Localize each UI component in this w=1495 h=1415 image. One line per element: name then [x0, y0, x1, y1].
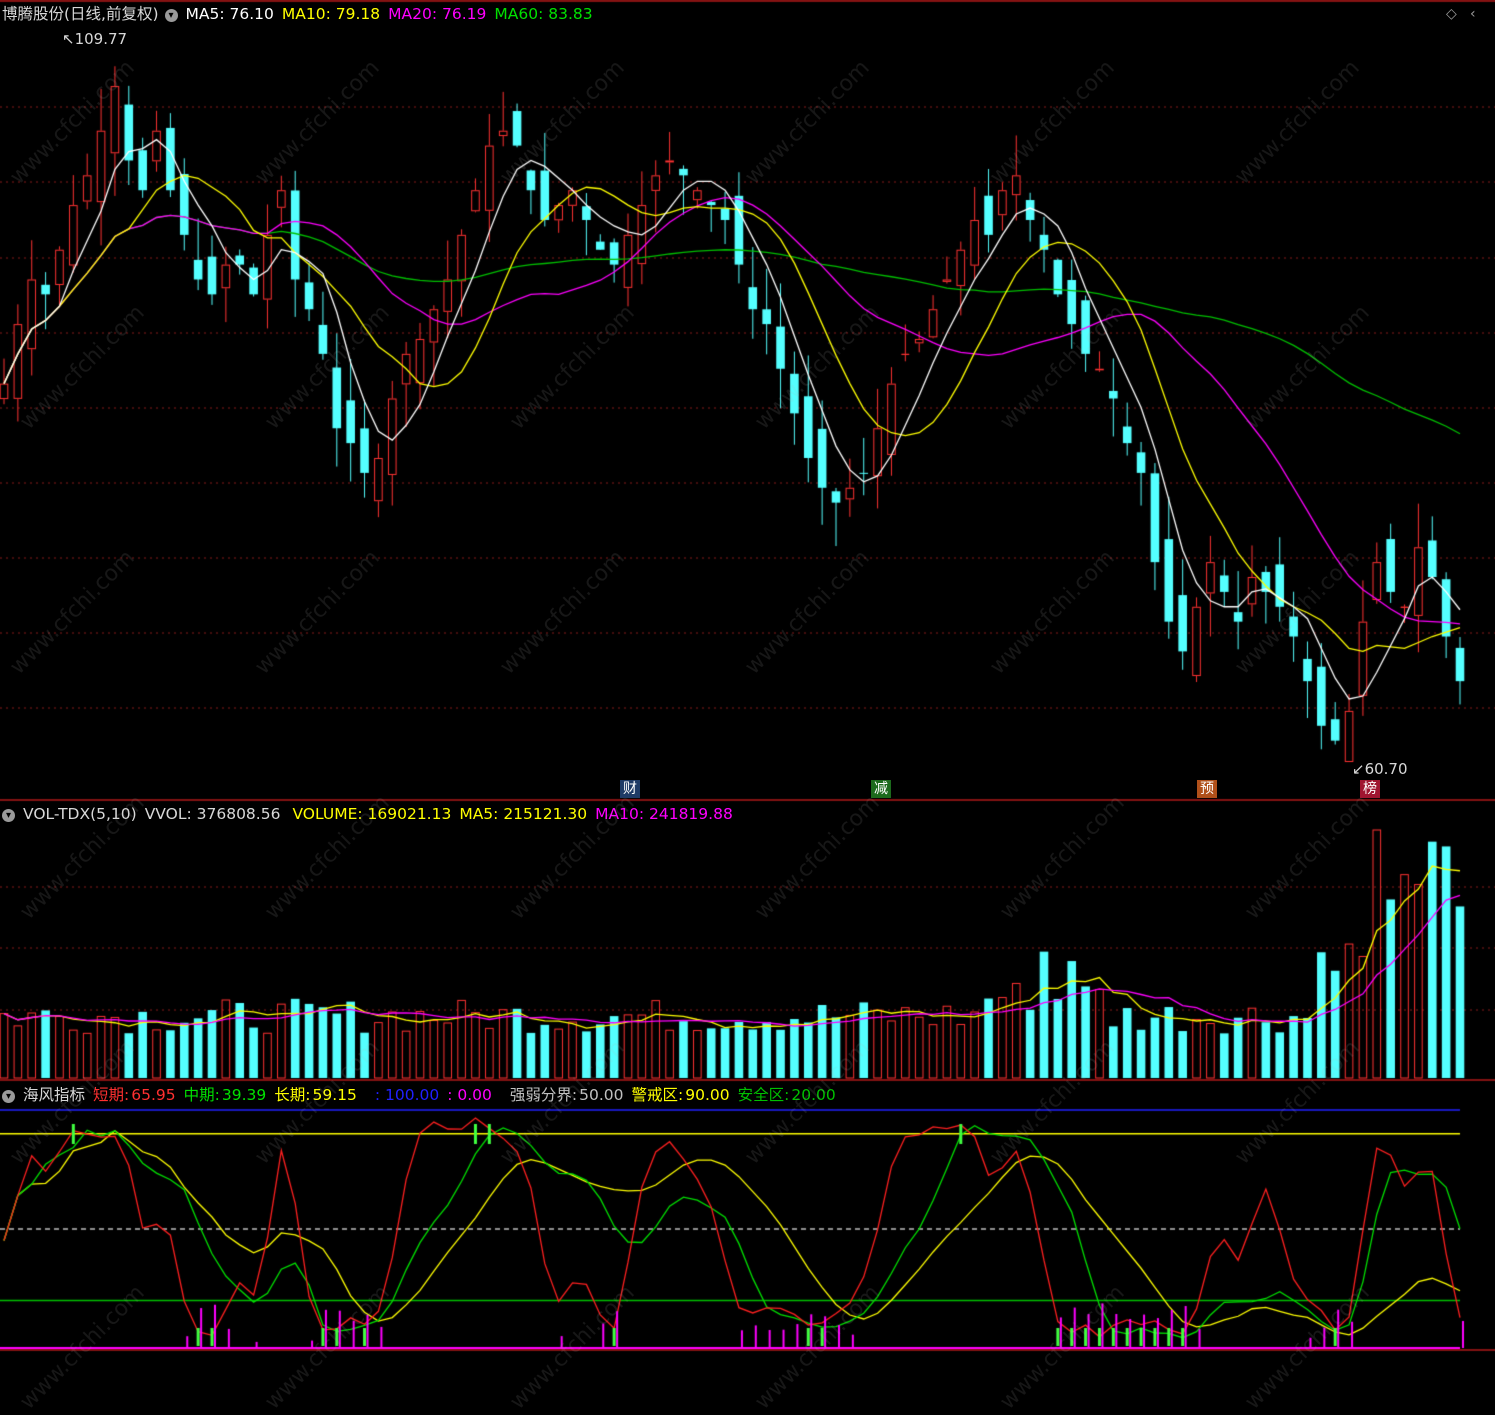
- vol-ma5-label: MA5: 215121.30: [459, 805, 588, 823]
- boundary-label: 强弱分界:: [509, 1086, 578, 1104]
- short-term-label: 短期:: [93, 1086, 130, 1104]
- stock-title[interactable]: 博腾股份(日线,前复权): [2, 5, 159, 23]
- high-marker-value: 109.77: [74, 30, 128, 48]
- boundary-value: 50.00: [579, 1086, 624, 1104]
- warn-value: 90.00: [685, 1086, 730, 1104]
- ma60-label: MA60: 83.83: [494, 5, 593, 23]
- ma5-label: MA5: 76.10: [185, 5, 274, 23]
- mid-term-label: 中期:: [183, 1086, 220, 1104]
- dropdown-icon[interactable]: ▾: [2, 809, 15, 822]
- event-badge-rank[interactable]: 榜: [1360, 780, 1380, 798]
- vvol-label: VVOL: 376808.56: [144, 805, 281, 823]
- vol-indicator-name[interactable]: VOL-TDX(5,10): [23, 805, 137, 823]
- long-term-value: 59.15: [312, 1086, 357, 1104]
- level-100: : 100.00: [374, 1086, 440, 1104]
- warn-label: 警戒区:: [631, 1086, 684, 1104]
- short-term-value: 65.95: [131, 1086, 176, 1104]
- indicator-header: ▾ 海风指标 短期: 65.95 中期: 39.39 长期: 59.15 : 100.00 : 0…: [2, 1083, 844, 1107]
- dropdown-icon[interactable]: ▾: [164, 9, 178, 22]
- ma10-label: MA10: 79.18: [281, 5, 381, 23]
- event-badge-reduce[interactable]: 减: [871, 780, 891, 798]
- level-0: : 0.00: [447, 1086, 492, 1104]
- safe-value: 20.00: [791, 1086, 836, 1104]
- ma20-label: MA20: 76.19: [388, 5, 487, 23]
- dropdown-icon[interactable]: ▾: [2, 1090, 15, 1103]
- safe-label: 安全区:: [737, 1086, 790, 1104]
- volume-label: VOLUME: 169021.13: [292, 805, 452, 823]
- event-badge-finance[interactable]: 财: [620, 780, 640, 798]
- low-marker-value: 60.70: [1364, 760, 1408, 778]
- chevron-left-icon[interactable]: ‹: [1470, 6, 1476, 22]
- vol-ma10-label: MA10: 241819.88: [595, 805, 733, 823]
- chart-canvas[interactable]: [0, 0, 1495, 1355]
- indicator-name[interactable]: 海风指标: [23, 1086, 85, 1104]
- low-marker: ↙60.70: [1352, 760, 1408, 778]
- volume-header: ▾ VOL-TDX(5,10) VVOL: 376808.56 VOLUME: 169…: [2, 802, 741, 826]
- price-header: 博腾股份(日线,前复权) ▾ MA5: 76.10 MA10: 79.18 MA20: …: [2, 2, 601, 26]
- diamond-icon[interactable]: ◇: [1446, 6, 1457, 22]
- long-term-label: 长期:: [274, 1086, 311, 1104]
- mid-term-value: 39.39: [221, 1086, 267, 1104]
- event-badge-forecast[interactable]: 预: [1197, 780, 1217, 798]
- high-marker: ↖109.77: [62, 30, 128, 48]
